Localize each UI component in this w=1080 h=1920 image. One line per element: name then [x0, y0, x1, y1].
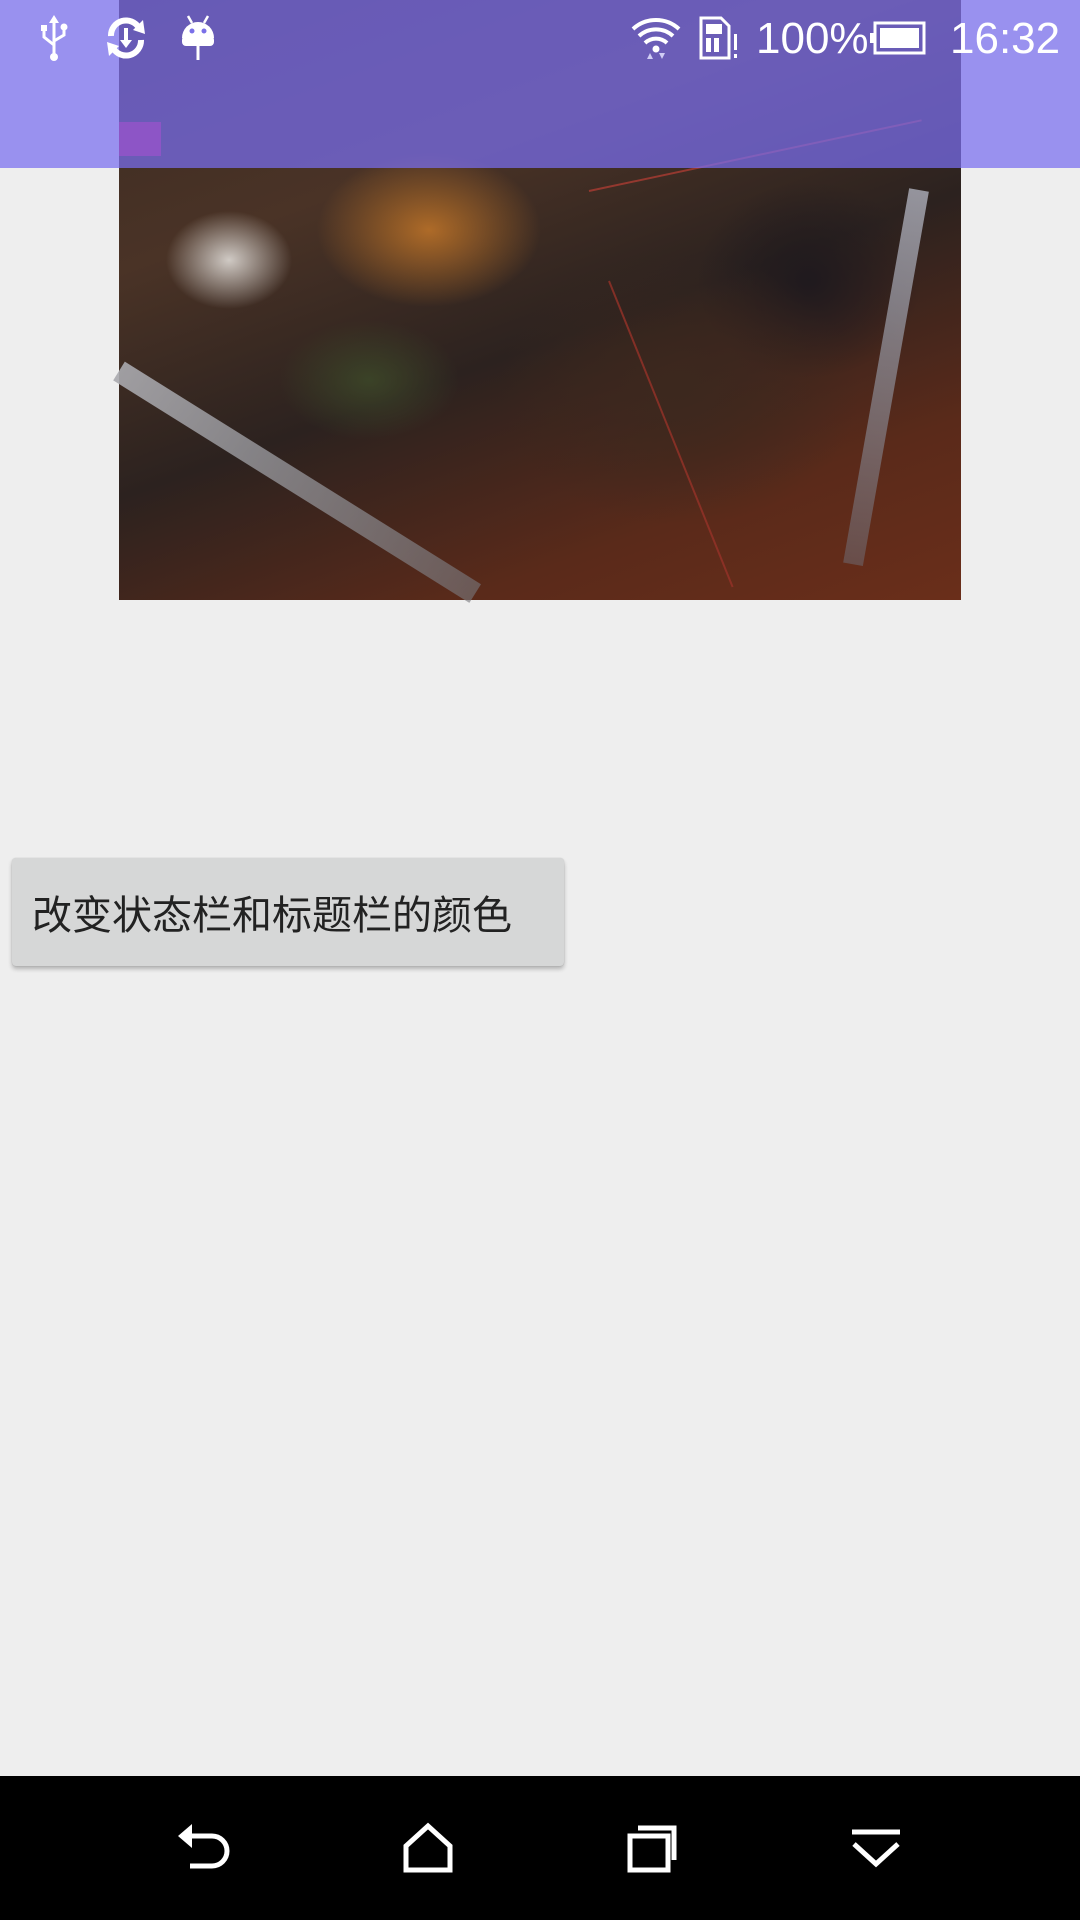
screen: 100% 16:32 改变状态栏和标题栏的颜色 — [0, 0, 1080, 1920]
tray-edge-left — [113, 361, 482, 603]
recents-icon[interactable] — [602, 1798, 702, 1898]
navigation-bar — [0, 1776, 1080, 1920]
battery-icon — [870, 14, 926, 62]
sync-icon — [100, 14, 152, 62]
sim-card-icon — [696, 14, 742, 62]
wifi-icon — [628, 14, 684, 62]
lobster-antenna-2 — [608, 280, 734, 588]
notification-pulldown-icon[interactable] — [826, 1798, 926, 1898]
status-bar: 100% 16:32 — [0, 0, 1080, 78]
clock-time: 16:32 — [950, 14, 1061, 63]
usb-icon — [34, 14, 74, 62]
battery-percent: 100% — [756, 14, 869, 63]
change-color-button[interactable]: 改变状态栏和标题栏的颜色 — [12, 858, 564, 966]
tray-edge-right — [843, 188, 929, 566]
home-icon[interactable] — [378, 1798, 478, 1898]
back-icon[interactable] — [154, 1798, 254, 1898]
android-debug-icon — [178, 14, 218, 62]
